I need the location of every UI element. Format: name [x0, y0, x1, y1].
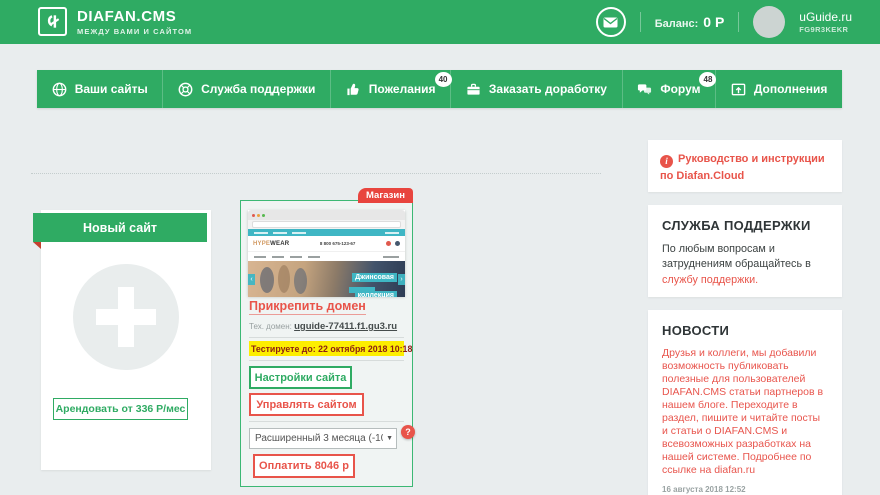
mail-icon[interactable] — [595, 7, 626, 37]
news-timestamp: 16 августа 2018 12:52 — [662, 485, 746, 495]
support-card: СЛУЖБА ПОДДЕРЖКИ По любым вопросам и зат… — [648, 205, 842, 297]
news-card: НОВОСТИ Друзья и коллеги, мы добавили во… — [648, 310, 842, 495]
tariff-select[interactable]: Расширенный 3 месяца (-10%) ▼ — [249, 428, 397, 449]
lifebuoy-icon — [178, 82, 193, 96]
card-divider — [249, 337, 404, 338]
carousel-left-icon: ‹ — [248, 274, 255, 285]
nav-item-order-work[interactable]: Заказать доработку — [450, 70, 621, 108]
browser-chrome-bar — [248, 210, 405, 220]
main-nav: Ваши сайты Служба поддержки Пожелания 40 — [37, 70, 842, 108]
tech-domain-label: Тех. домен: — [249, 322, 292, 331]
support-text: По любым вопросам и затруднениям обращай… — [662, 243, 811, 286]
nav-label: Ваши сайты — [74, 82, 148, 96]
site-type-ribbon: Магазин — [358, 188, 413, 203]
avatar[interactable] — [753, 6, 786, 38]
globe-icon — [52, 82, 67, 96]
preview-site-logo: HYPEWEAR — [253, 240, 290, 247]
tariff-help-icon[interactable]: ? — [401, 425, 415, 439]
addons-icon — [731, 83, 746, 95]
guide-link[interactable]: i Руководство и инструкции по Diafan.Clou… — [660, 151, 830, 186]
rent-site-button[interactable]: Арендовать от 336 Р/мес — [53, 398, 188, 420]
card-divider — [249, 421, 404, 422]
header-divider — [639, 12, 641, 32]
nav-label: Форум 48 — [660, 72, 717, 96]
nav-label: Заказать доработку — [488, 82, 607, 96]
account-menu[interactable]: uGuide.ru FG9R3KEKR — [799, 10, 852, 34]
forum-icon — [638, 83, 652, 95]
content-divider — [31, 173, 601, 174]
preview-banner-button — [349, 287, 375, 293]
preview-phone: 8 800 675-123-67 — [319, 241, 356, 246]
card-divider — [249, 360, 404, 361]
preview-menu-row — [248, 251, 405, 261]
add-site-button[interactable] — [73, 264, 179, 370]
thumbs-up-icon — [347, 83, 359, 95]
pay-button[interactable]: Оплатить 8046 р — [253, 454, 355, 478]
window-close-icon — [252, 213, 255, 217]
site-settings-button[interactable]: Настройки сайта — [249, 366, 352, 389]
new-site-ribbon: Новый сайт — [33, 213, 207, 242]
news-item-link[interactable]: Друзья и коллеги, мы добавили возможност… — [662, 347, 828, 477]
preview-cart-icon — [386, 241, 391, 246]
guide-card: i Руководство и инструкции по Diafan.Clou… — [648, 140, 842, 192]
site-card: Магазин HYPEWEAR 8 800 675-123-67 Джинсо… — [240, 188, 415, 487]
news-title: НОВОСТИ — [662, 323, 730, 338]
diafan-cloud-dashboard: DIAFAN.CMS МЕЖДУ ВАМИ И САЙТОМ Баланс: 0… — [0, 0, 880, 495]
header: DIAFAN.CMS МЕЖДУ ВАМИ И САЙТОМ Баланс: 0… — [0, 0, 880, 44]
carousel-right-icon: › — [398, 274, 405, 285]
nav-item-addons[interactable]: Дополнения — [715, 70, 842, 108]
nav-item-forum[interactable]: Форум 48 — [621, 70, 717, 108]
account-name: uGuide.ru — [799, 9, 852, 24]
header-divider — [738, 12, 740, 32]
info-icon: i — [660, 155, 673, 169]
nav-item-support[interactable]: Служба поддержки — [162, 70, 330, 108]
diafan-logo-icon[interactable] — [38, 7, 67, 36]
tech-domain-row: Тех. домен: uguide-77411.f1.gu3.ru — [249, 321, 397, 332]
balance-value: 0 Р — [703, 14, 725, 30]
brand-title: DIAFAN.CMS — [77, 8, 177, 25]
balance-label: Баланс: — [654, 18, 699, 30]
nav-label: Служба поддержки — [201, 82, 316, 96]
account-id: FG9R3KEKR — [799, 24, 849, 34]
nav-label: Пожелания 40 — [369, 72, 452, 96]
nav-item-your-sites[interactable]: Ваши сайты — [37, 70, 162, 108]
support-link[interactable]: службу поддержки. — [662, 274, 758, 286]
attach-domain-link[interactable]: Прикрепить домен — [249, 299, 366, 315]
balance: Баланс: 0 Р — [655, 14, 725, 30]
tariff-selected-value: Расширенный 3 месяца (-10%) — [255, 433, 383, 444]
plus-icon — [118, 287, 134, 347]
preview-site-header: HYPEWEAR 8 800 675-123-67 — [248, 236, 405, 251]
site-preview-thumbnail[interactable]: HYPEWEAR 8 800 675-123-67 Джинсовая колл… — [248, 210, 405, 297]
testing-deadline-notice: Тестируете до: 22 октября 2018 10:18 — [249, 341, 412, 356]
forum-count-badge: 48 — [699, 72, 717, 87]
new-site-card: Новый сайт Арендовать от 336 Р/мес — [33, 210, 211, 470]
support-title: СЛУЖБА ПОДДЕРЖКИ — [662, 218, 811, 233]
nav-label: Дополнения — [753, 82, 828, 96]
nav-item-wishes[interactable]: Пожелания 40 — [330, 70, 452, 108]
ribbon-fold — [33, 242, 41, 249]
tech-domain-link[interactable]: uguide-77411.f1.gu3.ru — [294, 321, 397, 332]
preview-top-links — [248, 229, 405, 236]
briefcase-icon — [467, 83, 480, 95]
brand-tagline: МЕЖДУ ВАМИ И САЙТОМ — [77, 27, 193, 36]
window-maximize-icon — [262, 213, 265, 217]
manage-site-button[interactable]: Управлять сайтом — [249, 393, 364, 416]
browser-address-bar — [248, 220, 405, 229]
window-minimize-icon — [257, 213, 260, 217]
wishes-count-badge: 40 — [434, 72, 452, 87]
preview-account-icon — [395, 241, 400, 246]
chevron-down-icon: ▼ — [386, 435, 393, 442]
preview-banner: Джинсовая коллекция ‹ › — [248, 261, 405, 297]
